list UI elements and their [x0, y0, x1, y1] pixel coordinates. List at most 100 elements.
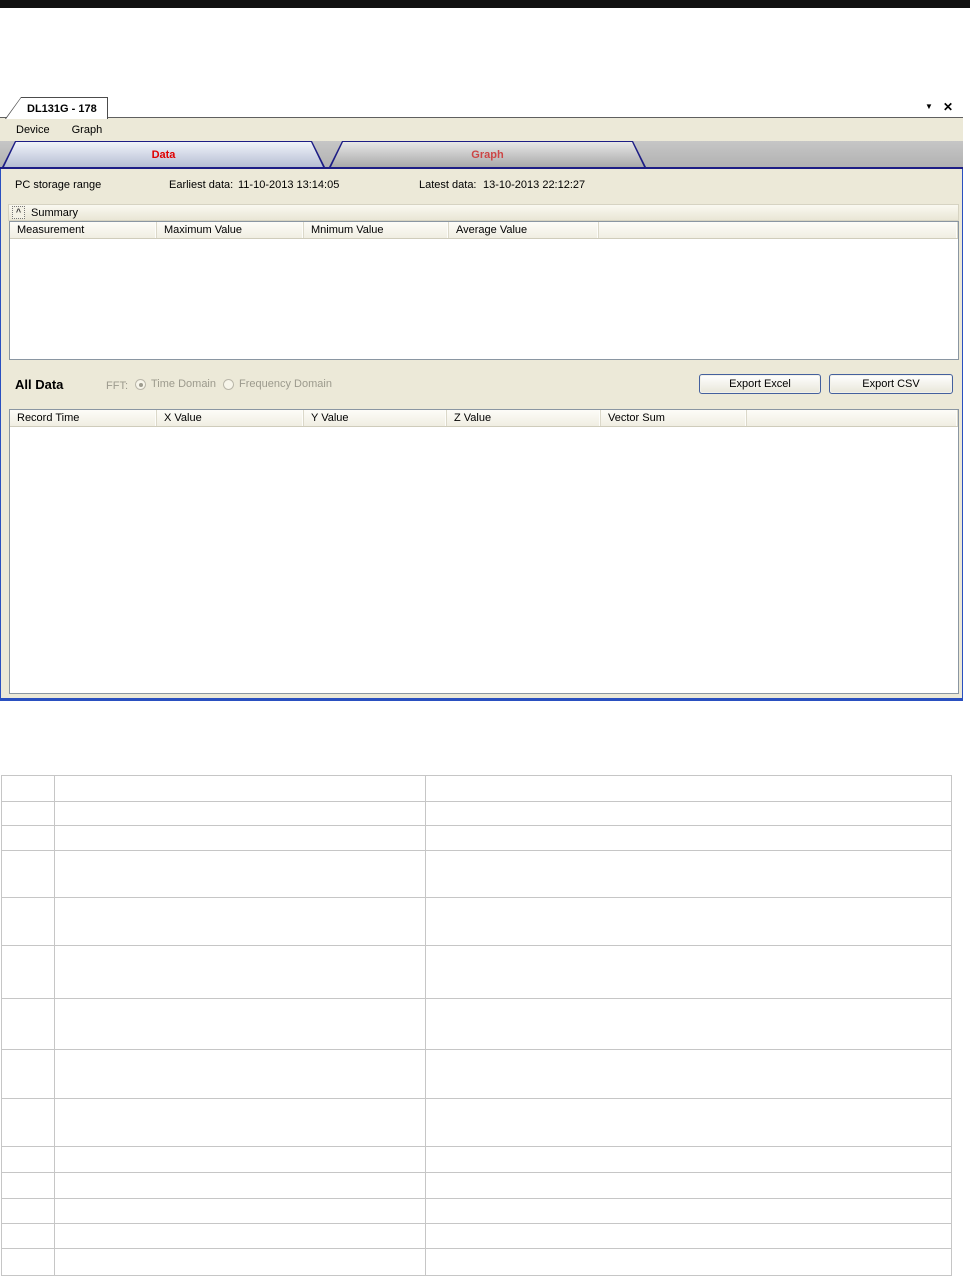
table-cell	[425, 946, 952, 999]
document-tab-strip: DL131G - 178 ▼ ✕	[0, 97, 963, 119]
table-row	[2, 1249, 952, 1276]
menu-bar: Device Graph	[0, 119, 963, 141]
table-cell	[425, 1199, 952, 1224]
table-cell	[425, 826, 952, 851]
radio-time-domain-label: Time Domain	[151, 378, 216, 390]
close-icon[interactable]: ✕	[943, 101, 953, 113]
table-row	[2, 1099, 952, 1147]
table-cell	[54, 898, 426, 946]
column-header-measurement[interactable]: Measurement	[10, 222, 157, 238]
column-header-record-time[interactable]: Record Time	[10, 410, 157, 426]
table-cell	[54, 946, 426, 999]
table-row	[2, 826, 952, 851]
radio-frequency-domain[interactable]: Frequency Domain	[223, 378, 332, 390]
table-cell	[425, 1173, 952, 1199]
table-cell	[54, 1147, 426, 1173]
table-row	[2, 999, 952, 1050]
menu-item-device[interactable]: Device	[5, 121, 61, 139]
all-data-control-row: All Data FFT: Time Domain Frequency Doma…	[1, 374, 962, 404]
summary-table-header: Measurement Maximum Value Mnimum Value A…	[10, 222, 958, 239]
page-top-rule	[0, 0, 970, 8]
latest-data-label: Latest data:	[419, 179, 477, 191]
table-cell	[54, 1173, 426, 1199]
table-cell	[54, 1050, 426, 1099]
column-header-x-value[interactable]: X Value	[157, 410, 304, 426]
table-cell	[2, 1173, 55, 1199]
table-cell	[2, 826, 55, 851]
table-cell	[54, 1249, 426, 1276]
table-cell	[54, 1199, 426, 1224]
table-cell	[2, 851, 55, 898]
column-header-blank	[599, 222, 958, 238]
document-empty-table	[1, 775, 952, 1276]
all-data-table-body	[10, 427, 958, 693]
radio-time-domain[interactable]: Time Domain	[135, 378, 216, 390]
column-header-blank	[747, 410, 958, 426]
tab-graph[interactable]: Graph	[329, 141, 646, 167]
table-cell	[54, 826, 426, 851]
table-cell	[54, 851, 426, 898]
earliest-data-value: 11-10-2013 13:14:05	[238, 179, 340, 191]
table-cell	[2, 1249, 55, 1276]
table-row	[2, 1199, 952, 1224]
summary-table: Measurement Maximum Value Mnimum Value A…	[9, 221, 959, 360]
radio-frequency-domain-circle	[223, 378, 234, 390]
all-data-label: All Data	[15, 377, 64, 392]
table-cell	[2, 1224, 55, 1249]
radio-time-domain-circle	[135, 378, 146, 390]
data-tab-content: PC storage range Earliest data: 11-10-20…	[0, 169, 963, 701]
collapse-toggle-icon[interactable]: ^	[12, 206, 25, 219]
main-tab-strip: Data Graph	[0, 141, 963, 169]
table-cell	[425, 1249, 952, 1276]
table-cell	[425, 851, 952, 898]
table-cell	[2, 1099, 55, 1147]
radio-frequency-domain-label: Frequency Domain	[239, 378, 332, 390]
tab-data[interactable]: Data	[2, 141, 325, 167]
table-cell	[425, 776, 952, 802]
table-cell	[425, 999, 952, 1050]
earliest-data-label: Earliest data:	[169, 179, 234, 191]
column-header-z-value[interactable]: Z Value	[447, 410, 601, 426]
table-cell	[54, 776, 426, 802]
summary-header-strip: ^ Summary	[8, 204, 959, 221]
column-header-maximum-value[interactable]: Maximum Value	[157, 222, 304, 238]
table-cell	[54, 1099, 426, 1147]
table-row	[2, 946, 952, 999]
fft-label: FFT:	[106, 380, 128, 392]
latest-data-value: 13-10-2013 22:12:27	[483, 179, 586, 191]
menu-item-graph[interactable]: Graph	[61, 121, 114, 139]
export-excel-button[interactable]: Export Excel	[699, 374, 821, 394]
table-cell	[54, 1224, 426, 1249]
table-row	[2, 1224, 952, 1249]
all-data-table-header: Record Time X Value Y Value Z Value Vect…	[10, 410, 958, 427]
tab-data-label: Data	[151, 148, 176, 161]
summary-label: Summary	[31, 206, 79, 219]
window-menu-dropdown-icon[interactable]: ▼	[925, 103, 933, 111]
column-header-minimum-value[interactable]: Mnimum Value	[304, 222, 449, 238]
table-cell	[54, 999, 426, 1050]
table-row	[2, 1147, 952, 1173]
column-header-average-value[interactable]: Average Value	[449, 222, 599, 238]
table-cell	[2, 946, 55, 999]
table-cell	[2, 802, 55, 826]
all-data-table: Record Time X Value Y Value Z Value Vect…	[9, 409, 959, 694]
table-cell	[2, 1199, 55, 1224]
pc-storage-range-label: PC storage range	[15, 179, 102, 191]
column-header-y-value[interactable]: Y Value	[304, 410, 447, 426]
storage-range-row: PC storage range Earliest data: 11-10-20…	[1, 179, 962, 193]
table-cell	[425, 1147, 952, 1173]
tab-graph-label: Graph	[471, 148, 504, 161]
export-csv-button[interactable]: Export CSV	[829, 374, 953, 394]
table-cell	[425, 898, 952, 946]
table-row	[2, 802, 952, 826]
window-title: DL131G - 178	[27, 102, 97, 115]
table-cell	[425, 1099, 952, 1147]
document-tab[interactable]: DL131G - 178	[5, 97, 108, 119]
table-row	[2, 1050, 952, 1099]
table-cell	[425, 1224, 952, 1249]
column-header-vector-sum[interactable]: Vector Sum	[601, 410, 747, 426]
table-row	[2, 1173, 952, 1199]
window-controls: ▼ ✕	[925, 99, 953, 115]
table-row	[2, 898, 952, 946]
table-row	[2, 851, 952, 898]
